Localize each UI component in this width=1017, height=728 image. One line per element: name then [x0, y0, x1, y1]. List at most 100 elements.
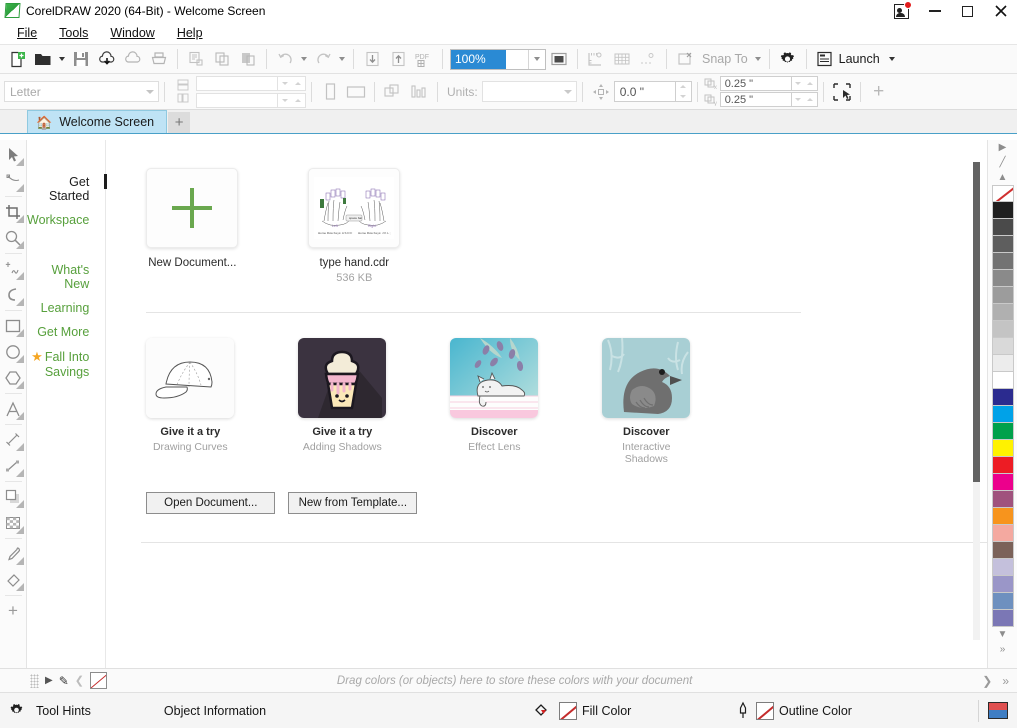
color-swatch[interactable]	[991, 610, 1014, 627]
fill-color-swatch[interactable]	[559, 701, 577, 720]
current-page-icon[interactable]	[406, 79, 432, 105]
color-swatch[interactable]	[991, 338, 1014, 355]
rectangle-tool-icon[interactable]	[1, 313, 26, 339]
fill-color-control[interactable]: Fill Color	[533, 701, 631, 720]
tab-welcome-screen[interactable]: 🏠 Welcome Screen	[27, 110, 168, 133]
print-icon[interactable]	[146, 46, 172, 72]
export-icon[interactable]	[385, 46, 411, 72]
undo-dropdown-caret[interactable]	[301, 57, 307, 61]
color-swatch[interactable]	[991, 287, 1014, 304]
redo-dropdown-caret[interactable]	[339, 57, 345, 61]
tutorial-card-drawing-curves[interactable]: Give it a try Drawing Curves	[146, 338, 235, 465]
welcome-scrollbar[interactable]	[973, 162, 980, 640]
zoom-dropdown-button[interactable]	[528, 49, 545, 69]
tutorial-card-adding-shadows[interactable]: Give it a try Adding Shadows	[298, 338, 387, 465]
open-document-dropdown-caret[interactable]	[59, 57, 65, 61]
text-tool-icon[interactable]	[1, 396, 26, 422]
recent-document-tile[interactable]: Left Right Home Row Keys: A S D F Home Ro…	[308, 168, 401, 284]
nudge-distance-input[interactable]: 0.0 "	[613, 81, 676, 102]
show-rulers-icon[interactable]	[583, 46, 609, 72]
transparency-tool-icon[interactable]	[1, 510, 26, 536]
new-from-template-button[interactable]: New from Template...	[288, 492, 418, 514]
color-swatch[interactable]	[991, 474, 1014, 491]
sidebar-item-workspace[interactable]: Workspace	[27, 208, 105, 232]
menu-help[interactable]: Help	[166, 23, 214, 43]
nudge-distance-spinner[interactable]	[675, 81, 692, 102]
sidebar-item-get-more[interactable]: Get More	[27, 320, 105, 344]
treat-as-filled-icon[interactable]	[829, 79, 855, 105]
import-icon[interactable]	[359, 46, 385, 72]
color-swatch[interactable]	[991, 372, 1014, 389]
tutorial-card-effect-lens[interactable]: Discover Effect Lens	[450, 338, 539, 465]
color-swatch[interactable]	[991, 491, 1014, 508]
outline-color-swatch[interactable]	[756, 701, 774, 720]
color-swatch[interactable]	[991, 525, 1014, 542]
page-width-spinner[interactable]	[278, 75, 306, 91]
maximize-button[interactable]	[951, 0, 984, 22]
outline-color-control[interactable]: Outline Color	[735, 701, 852, 720]
color-swatch[interactable]	[991, 389, 1014, 406]
color-swatch[interactable]	[991, 202, 1014, 219]
palette-scroll-up-icon[interactable]: ▶	[989, 140, 1017, 155]
no-color-swatch[interactable]	[89, 672, 107, 689]
color-swatch[interactable]	[991, 576, 1014, 593]
options-gear-icon[interactable]	[775, 46, 801, 72]
palette-scroll-right-icon[interactable]: ❯	[982, 674, 992, 688]
eyedropper-icon[interactable]: ╱	[989, 155, 1017, 170]
pick-tool-icon[interactable]	[1, 142, 26, 168]
page-width-input[interactable]	[196, 75, 278, 91]
recent-document-thumb[interactable]: Left Right Home Row Keys: A S D F Home Ro…	[308, 168, 401, 248]
color-swatch[interactable]	[991, 253, 1014, 270]
interactive-fill-icon[interactable]	[1, 567, 26, 593]
sidebar-item-whats-new[interactable]: What's New	[27, 258, 105, 296]
color-eyedropper-icon[interactable]	[1, 541, 26, 567]
object-information-label[interactable]: Object Information	[164, 704, 266, 718]
zoom-level-combo[interactable]: 100%	[450, 48, 546, 70]
open-document-button[interactable]: Open Document...	[146, 492, 276, 514]
no-color-swatch[interactable]	[991, 185, 1014, 202]
launch-dropdown-caret[interactable]	[888, 57, 895, 61]
palette-expand-icon[interactable]: »	[1002, 674, 1009, 688]
full-screen-preview-icon[interactable]	[546, 46, 572, 72]
minimize-button[interactable]	[918, 0, 951, 22]
show-grid-icon[interactable]	[609, 46, 635, 72]
new-document-icon[interactable]	[4, 46, 30, 72]
sidebar-item-fall-into-savings[interactable]: ★ Fall Into Savings	[27, 344, 105, 384]
straight-line-connector-icon[interactable]	[1, 453, 26, 479]
eyedropper-icon[interactable]: ✎	[59, 674, 69, 688]
save-icon[interactable]	[68, 46, 94, 72]
redo-icon[interactable]	[310, 46, 336, 72]
launch-button[interactable]: Launch	[812, 47, 902, 71]
landscape-orientation-icon[interactable]	[343, 79, 369, 105]
snap-off-icon[interactable]	[672, 46, 698, 72]
palette-prev-icon[interactable]: ❮	[75, 674, 84, 687]
zoom-input-remainder[interactable]	[506, 49, 528, 69]
palette-scroll-down-icon[interactable]: ▼	[989, 627, 1017, 642]
show-guidelines-icon[interactable]	[635, 46, 661, 72]
status-options-gear-icon[interactable]	[8, 702, 25, 719]
undo-icon[interactable]	[272, 46, 298, 72]
crop-tool-icon[interactable]	[1, 199, 26, 225]
palette-next-icon[interactable]: ▶	[45, 675, 53, 686]
page-height-spinner[interactable]	[278, 92, 306, 108]
color-swatch[interactable]	[991, 440, 1014, 457]
snap-to-dropdown-caret[interactable]	[754, 57, 761, 61]
duplicate-x-spinner[interactable]	[791, 76, 818, 91]
close-button[interactable]	[984, 0, 1017, 22]
cut-icon[interactable]	[183, 46, 209, 72]
duplicate-y-spinner[interactable]	[791, 92, 818, 107]
snap-to-label[interactable]: Snap To	[698, 52, 752, 66]
sidebar-item-get-started[interactable]: Get Started	[27, 170, 108, 208]
new-tab-button[interactable]: +	[168, 112, 191, 133]
new-document-thumb[interactable]	[146, 168, 239, 248]
scrollbar-thumb[interactable]	[973, 162, 980, 482]
color-swatch[interactable]	[991, 423, 1014, 440]
add-tool-icon[interactable]: +	[1, 598, 26, 624]
zoom-tool-icon[interactable]	[1, 225, 26, 251]
color-swatch[interactable]	[991, 304, 1014, 321]
color-swatch[interactable]	[991, 559, 1014, 576]
duplicate-x-input[interactable]: 0.25 "	[719, 76, 792, 91]
notifications-button[interactable]	[885, 0, 918, 22]
menu-tools[interactable]: Tools	[48, 23, 99, 43]
add-toolbar-item-icon[interactable]: +	[866, 79, 892, 105]
